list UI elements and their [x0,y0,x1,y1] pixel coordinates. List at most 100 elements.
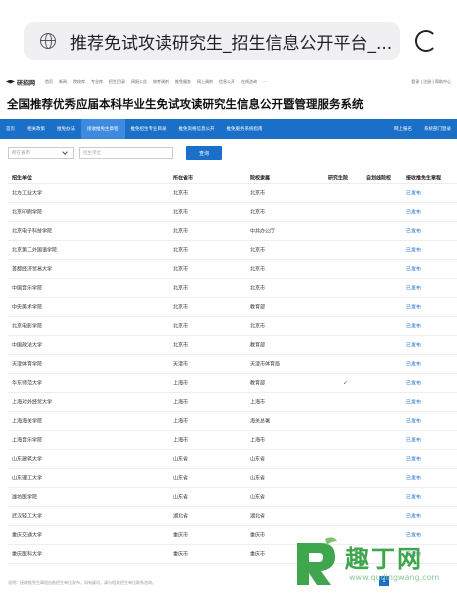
status-link[interactable]: 已发布 [406,190,421,197]
status-link[interactable]: 已发布 [406,494,421,501]
table-row: 北京电影学院 北京市 北京市 已发布 [8,317,457,336]
province: 北京市 [173,209,189,216]
table-row: 山东理工大学 山东省 山东省 已发布 [8,469,457,488]
menu-item[interactable]: 推免资格信息公开 [173,119,221,139]
table-row: 天津体育学院 天津市 天津市体育局 已发布 [8,355,457,374]
top-link[interactable]: 信息公开 [219,79,235,85]
school-name[interactable]: 山东建筑大学 [12,456,42,463]
status-link[interactable]: 已发布 [406,361,421,368]
top-link[interactable]: 专业库 [91,79,103,85]
status-link[interactable]: 已发布 [406,209,421,216]
school-name[interactable]: 上海对外经贸大学 [12,399,52,406]
province: 北京市 [173,266,189,273]
affiliation: 教育部 [250,380,266,387]
school-name[interactable]: 上海海关学院 [12,418,42,425]
province: 北京市 [173,247,189,254]
status-link[interactable]: 已发布 [406,228,421,235]
status-link[interactable]: 已发布 [406,475,421,482]
school-name[interactable]: 北京印刷学院 [12,209,42,216]
menu-item[interactable]: 接收推免生章程 [81,119,125,139]
school-name[interactable]: 山东理工大学 [12,475,42,482]
school-name[interactable]: 华东师范大学 [12,380,42,387]
top-link[interactable]: 首页 [45,79,53,85]
status-link[interactable]: 已发布 [406,342,421,349]
table-row: 上海对外经贸大学 上海市 上海市 已发布 [8,393,457,412]
page-title: 全国推荐优秀应届本科毕业生免试攻读研究生信息公开暨管理服务系统 [7,97,364,111]
menu-right-item[interactable]: 网上报名 [388,119,418,139]
table-row: 中国音乐学院 北京市 北京市 已发布 [8,279,457,298]
affiliation: 北京市 [250,266,266,273]
site-logo[interactable]: 研招网 [6,78,35,87]
school-name[interactable]: 中国音乐学院 [12,285,42,292]
school-name[interactable]: 北京第二外国语学院 [12,247,57,254]
status-link[interactable]: 已发布 [406,304,421,311]
school-name[interactable]: 武汉轻工大学 [12,513,42,520]
browser-url-bar: 推荐免试攻读研究生_招生信息公开平台_... [0,18,457,68]
province: 上海市 [173,380,189,387]
province: 天津市 [173,361,189,368]
top-link[interactable]: 在线咨询 [241,79,257,85]
affiliation: 重庆市 [250,532,266,539]
site-top-nav: 研招网 首页 新闻 院校库 专业库 招生目录 网报公告 统考调剂 推免服务 网上调剂 信息公开 在线… [0,76,457,88]
affiliation: 中共办公厅 [250,228,276,235]
top-link[interactable]: 院校库 [73,79,85,85]
table-row: 中国政法大学 北京市 教育部 已发布 [8,336,457,355]
top-right-links[interactable]: 登录 | 注册 | 帮助中心 [411,79,451,85]
status-link[interactable]: 已发布 [406,437,421,444]
school-name[interactable]: 北方工业大学 [12,190,42,197]
menu-item[interactable]: 推免服务系统指南 [221,119,269,139]
status-link[interactable]: 已发布 [406,456,421,463]
top-link[interactable]: 推免服务 [175,79,191,85]
top-link[interactable]: 招生目录 [109,79,125,85]
status-link[interactable]: 已发布 [406,247,421,254]
school-name[interactable]: 首都经济贸易大学 [12,266,52,273]
province: 重庆市 [173,532,189,539]
column-header: 招生单位 [12,175,33,181]
menu-item[interactable]: 推免办法 [51,119,81,139]
school-name[interactable]: 北京电影学院 [12,323,42,330]
menu-right-item[interactable]: 系统部门登录 [418,119,457,139]
top-link[interactable]: 网报公告 [131,79,147,85]
menu-item[interactable]: 首页 [0,119,21,139]
school-name[interactable]: 重庆医科大学 [12,551,42,558]
status-link[interactable]: 已发布 [406,399,421,406]
province: 北京市 [173,323,189,330]
top-link[interactable]: 新闻 [59,79,67,85]
top-link[interactable]: 网上调剂 [197,79,213,85]
province: 上海市 [173,399,189,406]
reload-icon[interactable] [415,30,437,52]
status-link[interactable]: 已发布 [406,418,421,425]
watermark: 趣丁网 www.qudingwang.com [291,535,451,595]
query-button[interactable]: 查询 [186,146,222,160]
school-name[interactable]: 天津体育学院 [12,361,42,368]
menu-item[interactable]: 推免招生专业目录 [125,119,173,139]
status-link[interactable]: 已发布 [406,513,421,520]
school-name[interactable]: 北京电子科技学院 [12,228,52,235]
site-logo-text: 研招网 [17,79,36,87]
footer-note: 说明：接收推免生章程由各招生单位发布，如有疑问，请与相关招生单位联系咨询。 [8,580,156,585]
school-name[interactable]: 潍坊医学院 [12,494,37,501]
school-name[interactable]: 中国政法大学 [12,342,42,349]
affiliation: 山东省 [250,456,266,463]
province: 北京市 [173,228,189,235]
school-input[interactable]: 招生单位 [79,147,173,159]
status-link[interactable]: 已发布 [406,285,421,292]
status-link[interactable]: 已发布 [406,323,421,330]
province-select[interactable]: 所在省市 [8,147,74,159]
top-link[interactable]: ··· [263,79,267,85]
affiliation: 上海市 [250,437,266,444]
affiliation: 北京市 [250,285,266,292]
top-links: 首页 新闻 院校库 专业库 招生目录 网报公告 统考调剂 推免服务 网上调剂 信息公开 在线咨询 ··… [45,79,267,85]
school-name[interactable]: 中央美术学院 [12,304,42,311]
school-name[interactable]: 上海音乐学院 [12,437,42,444]
column-header: 研究生院 [328,175,349,181]
menu-item[interactable]: 相关政策 [21,119,51,139]
status-link[interactable]: 已发布 [406,266,421,273]
main-menu-bar: 首页 相关政策 推免办法 接收推免生章程 推免招生专业目录 推免资格信息公开 推免服务系统指… [0,119,457,139]
url-field[interactable]: 推荐免试攻读研究生_招生信息公开平台_... [24,22,400,60]
school-name[interactable]: 重庆交通大学 [12,532,42,539]
province: 山东省 [173,475,189,482]
top-link[interactable]: 统考调剂 [153,79,169,85]
status-link[interactable]: 已发布 [406,380,421,387]
table-row: 潍坊医学院 山东省 山东省 已发布 [8,488,457,507]
